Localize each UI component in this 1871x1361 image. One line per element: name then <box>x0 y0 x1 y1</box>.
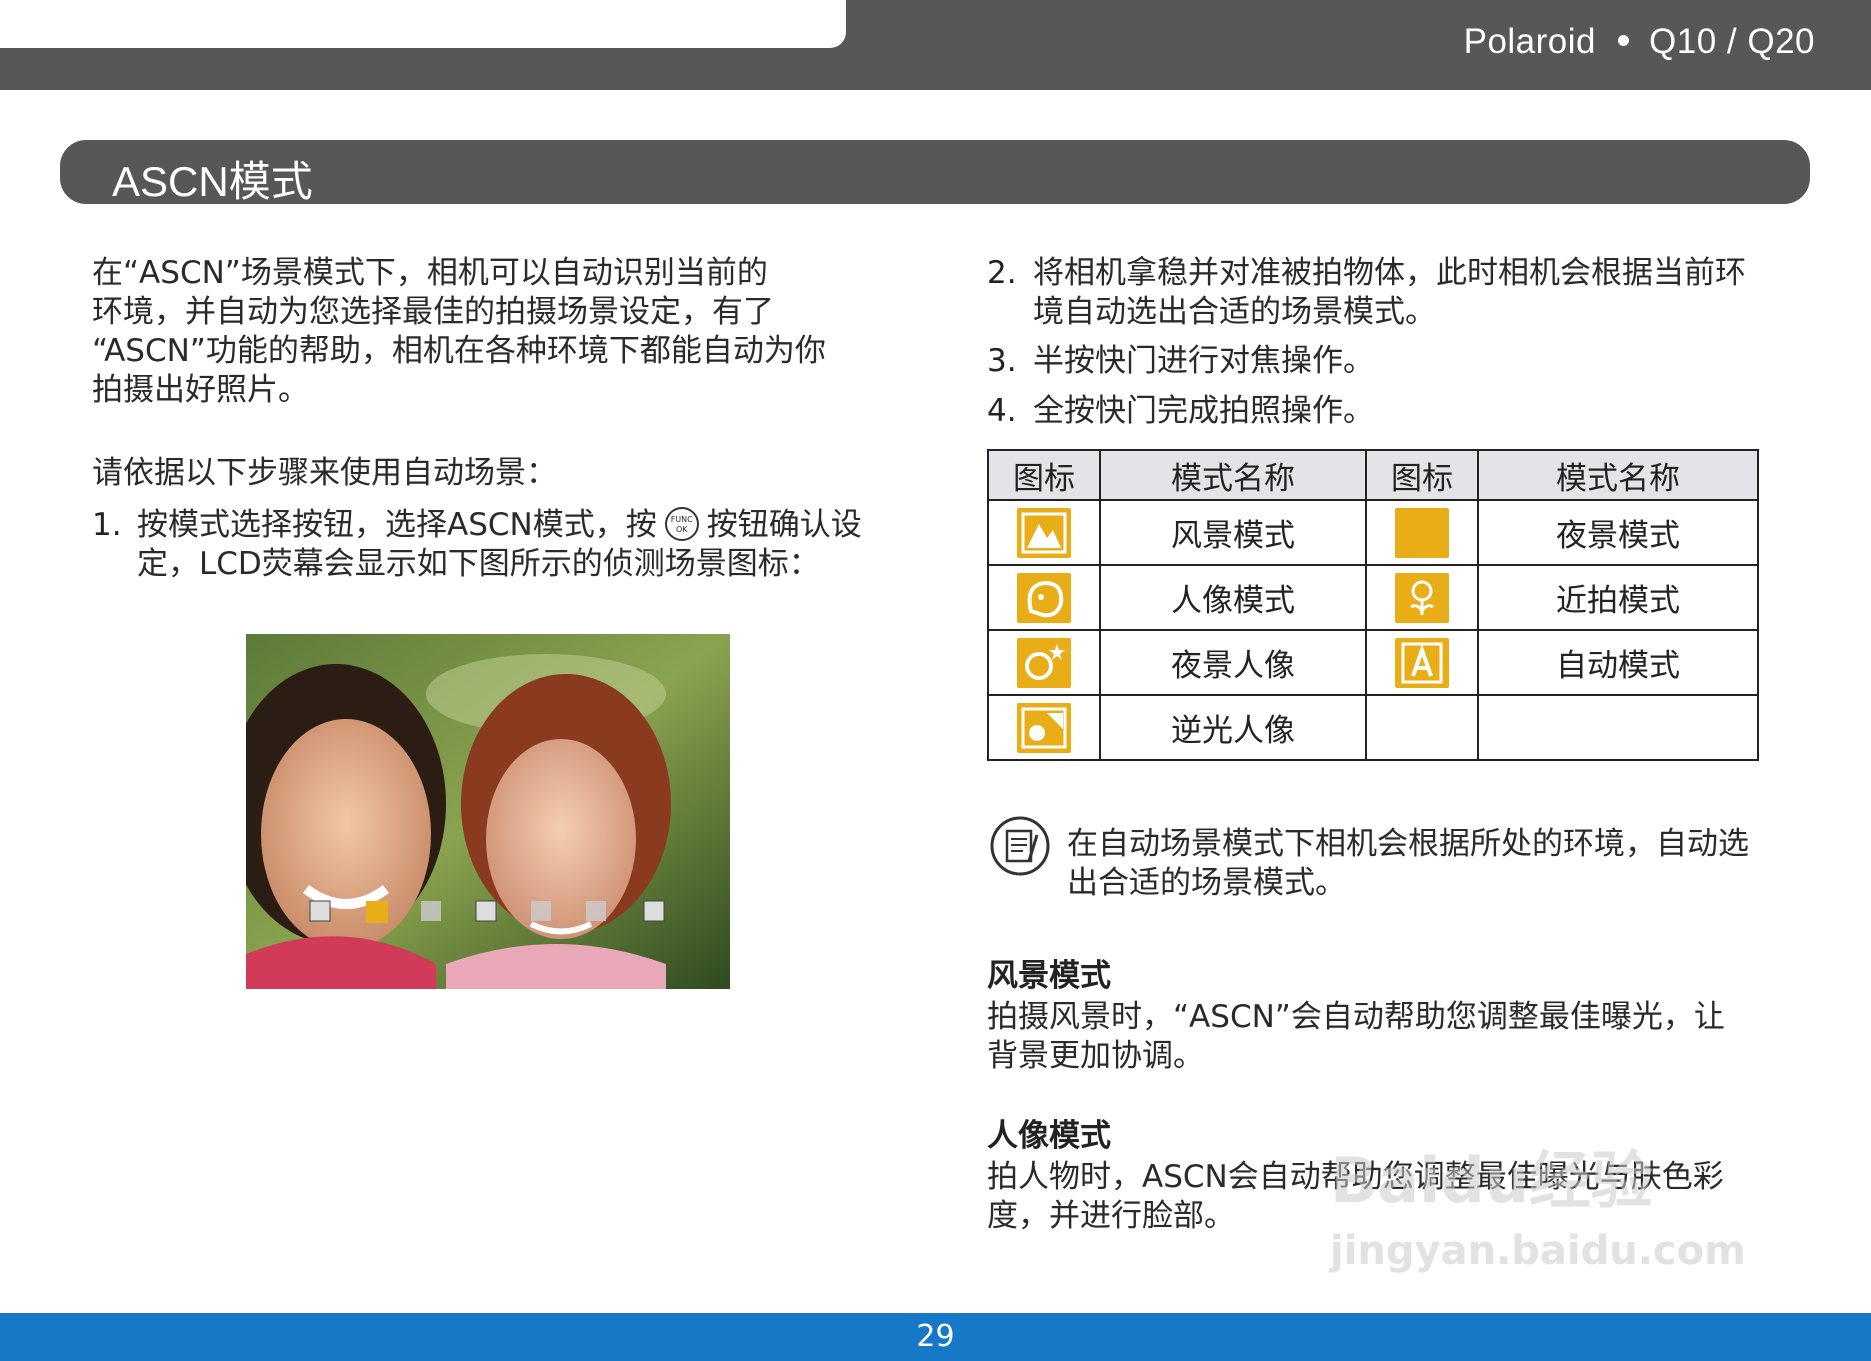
intro-paragraph: 在“ASCN”场景模式下，相机可以自动识别当前的 环境，并自动为您选择最佳的拍摄… <box>92 254 826 410</box>
step-1-text-a: 按模式选择按钮，选择ASCN模式，按 <box>137 507 657 543</box>
step-number: 4. <box>987 393 1017 429</box>
scene-mode-table: 图标 模式名称 图标 模式名称 风景模式 夜景模式 人像模式 近拍模式 夜景人像… <box>987 449 1759 761</box>
landscape-icon <box>1017 507 1071 558</box>
func-ok-button-icon: FUNC OK <box>664 506 699 541</box>
section-line: 拍摄风景时，“ASCN”会自动帮助您调整最佳曝光，让 <box>987 999 1725 1035</box>
header-icon: 图标 <box>987 449 1101 501</box>
footer-bar: 29 <box>0 1313 1871 1361</box>
step-number: 2. <box>987 255 1017 291</box>
page-title: ASCN模式 <box>112 158 313 205</box>
intro-line: “ASCN”功能的帮助，相机在各种环境下都能自动为你 <box>92 333 826 369</box>
mode-name-cell: 近拍模式 <box>1477 564 1759 631</box>
step-number: 1. <box>92 507 122 543</box>
portrait-icon <box>1017 572 1071 623</box>
auto-mode-icon <box>1395 637 1449 688</box>
header-mode-name: 模式名称 <box>1099 449 1367 501</box>
table-row: 逆光人像 <box>987 694 1759 761</box>
table-header-row: 图标 模式名称 图标 模式名称 <box>987 449 1759 501</box>
header-mode-name: 模式名称 <box>1477 449 1759 501</box>
mode-name-cell: 风景模式 <box>1099 499 1367 566</box>
backlight-portrait-icon <box>1017 702 1071 753</box>
empty-cell <box>1365 694 1479 761</box>
section-heading: 人像模式 <box>987 1118 1111 1154</box>
note-line: 出合适的场景模式。 <box>1067 865 1346 901</box>
step-2-line: 将相机拿稳并对准被拍物体，此时相机会根据当前环 <box>1033 255 1746 291</box>
night-scene-icon <box>1395 507 1449 558</box>
step-1-text: 按模式选择按钮，选择ASCN模式，按 FUNC OK 按钮确认设 定，LCD荧幕会显示… <box>137 506 862 584</box>
night-portrait-icon <box>1017 637 1071 688</box>
table-row: 夜景人像 自动模式 <box>987 629 1759 696</box>
intro-line: 环境，并自动为您选择最佳的拍摄场景设定，有了 <box>92 294 774 330</box>
intro-line: 拍摄出好照片。 <box>92 372 309 408</box>
section-body: 拍摄风景时，“ASCN”会自动帮助您调整最佳曝光，让 背景更加协调。 <box>987 998 1725 1076</box>
step-1-text-b: 按钮确认设 <box>706 507 862 543</box>
note-icon <box>989 815 1051 877</box>
note-text: 在自动场景模式下相机会根据所处的环境，自动选 出合适的场景模式。 <box>1067 825 1749 903</box>
bullet-dot <box>1618 35 1630 47</box>
step-2-text: 将相机拿稳并对准被拍物体，此时相机会根据当前环 境自动选出合适的场景模式。 <box>1033 254 1746 332</box>
intro-line: 在“ASCN”场景模式下，相机可以自动识别当前的 <box>92 255 768 291</box>
header-icon: 图标 <box>1365 449 1479 501</box>
baidu-watermark-url: jingyan.baidu.com <box>1330 1228 1746 1274</box>
table-row: 风景模式 夜景模式 <box>987 499 1759 566</box>
step-2-line: 境自动选出合适的场景模式。 <box>1033 294 1436 330</box>
mode-name-cell: 夜景模式 <box>1477 499 1759 566</box>
mode-name-cell: 逆光人像 <box>1099 694 1367 761</box>
empty-cell <box>1477 694 1759 761</box>
section-heading: 风景模式 <box>987 958 1111 994</box>
section-line: 背景更加协调。 <box>987 1038 1204 1074</box>
table-row: 人像模式 近拍模式 <box>987 564 1759 631</box>
step-1-line-1: 按模式选择按钮，选择ASCN模式，按 FUNC OK 按钮确认设 <box>137 506 862 545</box>
mode-name-cell: 人像模式 <box>1099 564 1367 631</box>
step-1-line-2: 定，LCD荧幕会显示如下图所示的侦测场景图标： <box>137 546 820 582</box>
mode-name-cell: 自动模式 <box>1477 629 1759 696</box>
model-name: Q10 / Q20 <box>1649 22 1815 61</box>
brand-model-label: Polaroid Q10 / Q20 <box>1464 22 1815 62</box>
steps-intro: 请依据以下步骤来使用自动场景： <box>92 455 557 491</box>
step-4-text: 全按快门完成拍照操作。 <box>1033 393 1374 429</box>
step-3-text: 半按快门进行对焦操作。 <box>1033 343 1374 379</box>
step-number: 3. <box>987 343 1017 379</box>
macro-icon <box>1395 572 1449 623</box>
photo-illustration <box>246 634 730 989</box>
note-line: 在自动场景模式下相机会根据所处的环境，自动选 <box>1067 826 1749 862</box>
lcd-preview-photo <box>246 634 730 989</box>
header-tab-cutout <box>0 0 846 48</box>
section-title-bar: ASCN模式 <box>60 140 1810 205</box>
baidu-watermark: Baidu经验 <box>1330 1144 1653 1217</box>
mode-name-cell: 夜景人像 <box>1099 629 1367 696</box>
brand-name: Polaroid <box>1463 22 1597 61</box>
page-number: 29 <box>916 1319 955 1354</box>
